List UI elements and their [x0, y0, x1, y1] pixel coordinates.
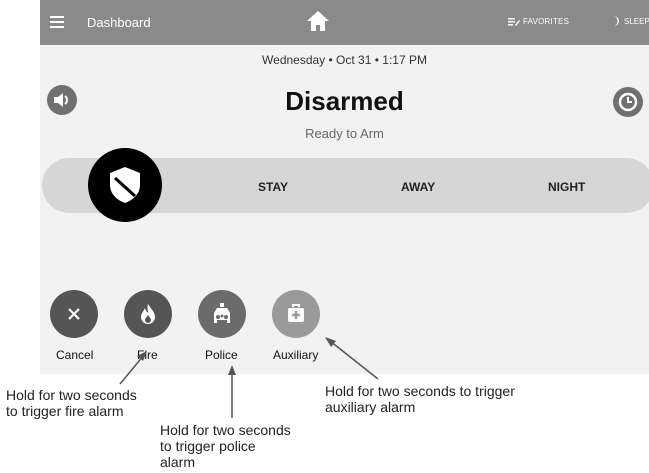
fire-callout-line: to trigger fire alarm: [6, 403, 124, 419]
auxiliary-callout-line: auxiliary alarm: [325, 399, 416, 415]
police-callout: Hold for two seconds to trigger police a…: [160, 422, 291, 470]
auxiliary-callout-line: Hold for two seconds to trigger: [325, 383, 515, 399]
fire-callout-line: Hold for two seconds: [6, 387, 137, 403]
police-callout-line: Hold for two seconds: [160, 422, 291, 438]
police-callout-line: alarm: [160, 454, 196, 470]
police-callout-line: to trigger police: [160, 438, 256, 454]
fire-callout: Hold for two seconds to trigger fire ala…: [6, 387, 137, 419]
auxiliary-callout: Hold for two seconds to trigger auxiliar…: [325, 383, 515, 415]
